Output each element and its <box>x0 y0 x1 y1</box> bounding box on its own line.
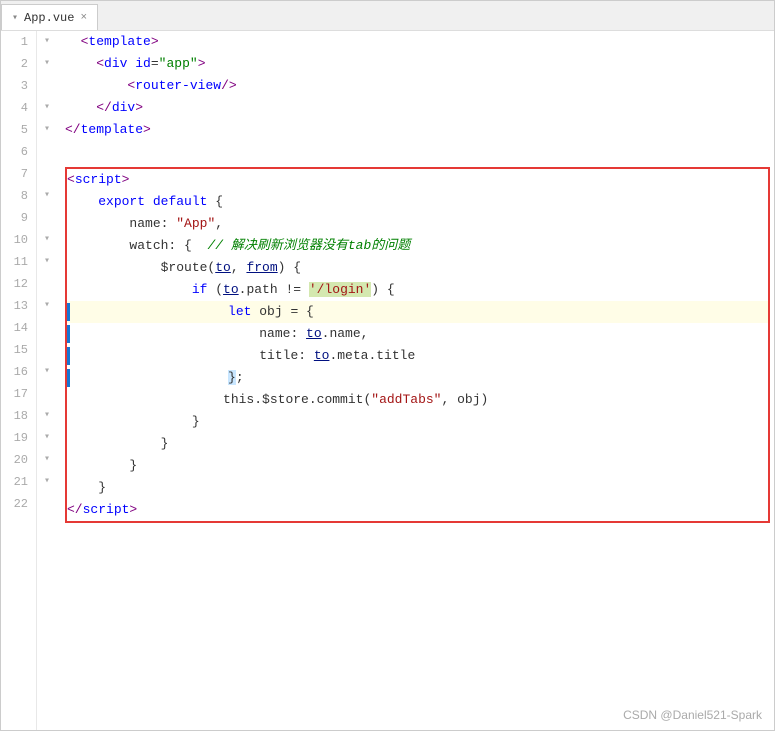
file-tab[interactable]: ▾ App.vue × <box>1 4 98 30</box>
code-line: <template> <box>65 31 774 53</box>
tab-close-button[interactable]: × <box>80 12 87 24</box>
fold-icon[interactable]: ▾ <box>37 405 57 427</box>
code-panel: <template> <div id="app"> <router-view/>… <box>57 31 774 730</box>
line-number: 7 <box>1 163 36 185</box>
red-box-region: <script> export default { name: "App", w… <box>65 167 770 523</box>
fold-icon[interactable]: ▾ <box>37 97 57 119</box>
line-number: 12 <box>1 273 36 295</box>
line-number: 17 <box>1 383 36 405</box>
editor-window: ▾ App.vue × 1234567891011121314151617181… <box>0 0 775 731</box>
tab-arrow: ▾ <box>12 12 18 24</box>
code-line: } <box>67 455 768 477</box>
fold-icon[interactable]: ▾ <box>37 229 57 251</box>
line-number: 14 <box>1 317 36 339</box>
watermark: CSDN @Daniel521-Spark <box>623 708 762 722</box>
line-numbers: 12345678910111213141516171819202122 <box>1 31 37 730</box>
line-number: 21 <box>1 471 36 493</box>
line-number: 18 <box>1 405 36 427</box>
fold-icon <box>37 339 57 361</box>
line-number: 3 <box>1 75 36 97</box>
line-number: 11 <box>1 251 36 273</box>
code-lines: <template> <div id="app"> <router-view/>… <box>57 31 774 527</box>
fold-icon[interactable]: ▾ <box>37 119 57 141</box>
line-number: 19 <box>1 427 36 449</box>
line-number: 10 <box>1 229 36 251</box>
line-number: 1 <box>1 31 36 53</box>
fold-icon <box>37 141 57 163</box>
code-line: title: to.meta.title <box>67 345 768 367</box>
line-number: 16 <box>1 361 36 383</box>
code-line: } <box>67 433 768 455</box>
fold-icon <box>37 273 57 295</box>
fold-icon[interactable]: ▾ <box>37 471 57 493</box>
code-line: this.$store.commit("addTabs", obj) <box>67 389 768 411</box>
code-line: <router-view/> <box>65 75 774 97</box>
code-line <box>65 141 774 163</box>
line-number: 15 <box>1 339 36 361</box>
fold-icon[interactable]: ▾ <box>37 361 57 383</box>
code-line: export default { <box>67 191 768 213</box>
line-number: 20 <box>1 449 36 471</box>
fold-icon <box>37 317 57 339</box>
code-line: } <box>67 477 768 499</box>
code-line: <script> <box>67 169 768 191</box>
code-line: </script> <box>67 499 768 521</box>
line-number: 22 <box>1 493 36 515</box>
tab-filename: App.vue <box>24 11 74 25</box>
fold-icon[interactable]: ▾ <box>37 449 57 471</box>
fold-icon <box>37 163 57 185</box>
blue-bar <box>67 325 70 343</box>
line-number: 2 <box>1 53 36 75</box>
fold-icon <box>37 493 57 515</box>
line-number: 8 <box>1 185 36 207</box>
fold-icon[interactable]: ▾ <box>37 251 57 273</box>
fold-icon <box>37 75 57 97</box>
fold-icon[interactable]: ▾ <box>37 295 57 317</box>
code-line: }; <box>67 367 768 389</box>
fold-icon[interactable]: ▾ <box>37 185 57 207</box>
code-line: name: "App", <box>67 213 768 235</box>
code-line: name: to.name, <box>67 323 768 345</box>
code-area: 12345678910111213141516171819202122 ▾▾▾▾… <box>1 31 774 730</box>
code-line: watch: { // 解决刷新浏览器没有tab的问题 <box>67 235 768 257</box>
fold-icon[interactable]: ▾ <box>37 427 57 449</box>
fold-icon <box>37 207 57 229</box>
line-number: 13 <box>1 295 36 317</box>
code-line: let obj = { <box>67 301 768 323</box>
blue-bar <box>67 369 70 387</box>
tab-bar: ▾ App.vue × <box>1 1 774 31</box>
code-line: } <box>67 411 768 433</box>
fold-icon[interactable]: ▾ <box>37 31 57 53</box>
blue-bar <box>67 303 70 321</box>
fold-icon <box>37 383 57 405</box>
blue-bar <box>67 347 70 365</box>
line-number: 5 <box>1 119 36 141</box>
fold-icon[interactable]: ▾ <box>37 53 57 75</box>
code-line: $route(to, from) { <box>67 257 768 279</box>
code-line: if (to.path != '/login') { <box>67 279 768 301</box>
code-line: </template> <box>65 119 774 141</box>
code-line: </div> <box>65 97 774 119</box>
line-number: 9 <box>1 207 36 229</box>
fold-gutter: ▾▾▾▾▾▾▾▾▾▾▾▾▾ <box>37 31 57 730</box>
line-number: 6 <box>1 141 36 163</box>
code-line: <div id="app"> <box>65 53 774 75</box>
line-number: 4 <box>1 97 36 119</box>
